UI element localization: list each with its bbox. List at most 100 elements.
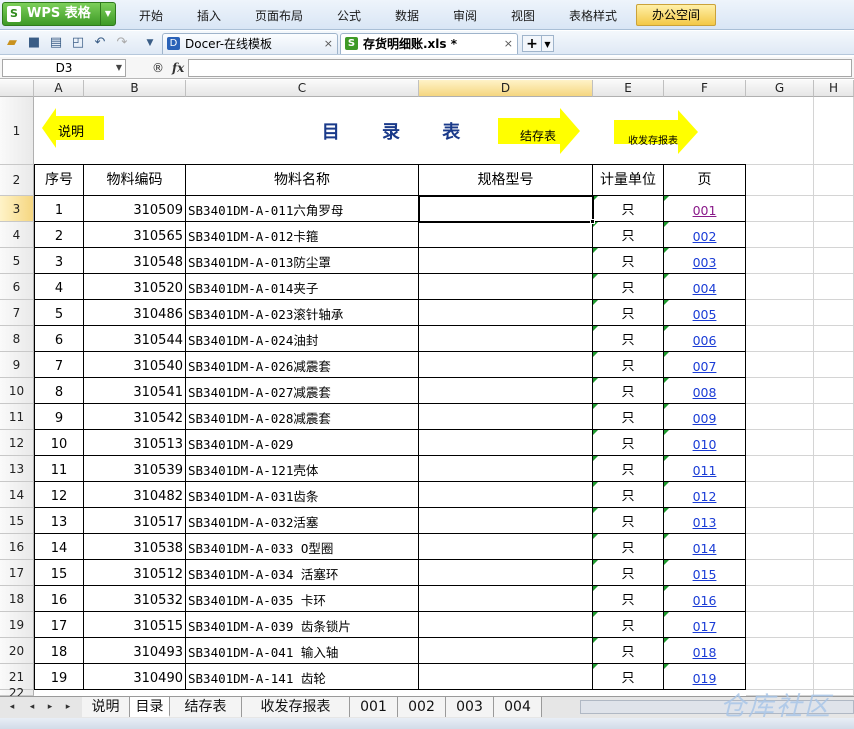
material-code-cell[interactable]: 310520 xyxy=(84,274,186,300)
menu-insert[interactable]: 插入 xyxy=(197,7,221,24)
spec-cell[interactable] xyxy=(419,430,593,456)
empty-cell[interactable] xyxy=(746,638,814,664)
chevron-down-icon[interactable]: ▼ xyxy=(100,3,115,25)
material-code-cell[interactable]: 310538 xyxy=(84,534,186,560)
open-folder-icon[interactable]: ▰ xyxy=(4,35,20,51)
formula-input[interactable] xyxy=(188,59,852,77)
serial-no-cell[interactable]: 11 xyxy=(34,456,84,482)
page-link[interactable]: 009 xyxy=(664,404,746,430)
page-link[interactable]: 016 xyxy=(664,586,746,612)
serial-no-cell[interactable]: 8 xyxy=(34,378,84,404)
page-link[interactable]: 014 xyxy=(664,534,746,560)
row-header-4[interactable]: 4 xyxy=(0,222,34,248)
empty-cell[interactable] xyxy=(814,456,854,482)
row-header-18[interactable]: 18 xyxy=(0,586,34,612)
material-code-cell[interactable]: 310542 xyxy=(84,404,186,430)
unit-cell[interactable]: 只 xyxy=(593,534,664,560)
spec-cell[interactable] xyxy=(419,378,593,404)
page-link[interactable]: 011 xyxy=(664,456,746,482)
serial-no-cell[interactable]: 9 xyxy=(34,404,84,430)
page-link[interactable]: 002 xyxy=(664,222,746,248)
material-name-cell[interactable]: SB3401DM-A-011六角罗母 xyxy=(186,196,419,222)
material-code-cell[interactable]: 310513 xyxy=(84,430,186,456)
spec-cell[interactable] xyxy=(419,404,593,430)
material-name-cell[interactable]: SB3401DM-A-014夹子 xyxy=(186,274,419,300)
sheet-tab-1[interactable]: 目录 xyxy=(130,697,170,717)
empty-cell[interactable] xyxy=(746,482,814,508)
column-header-a[interactable]: A xyxy=(34,80,84,97)
spec-cell[interactable] xyxy=(419,508,593,534)
spec-cell[interactable] xyxy=(419,456,593,482)
material-name-cell[interactable]: SB3401DM-A-141 齿轮 xyxy=(186,664,419,690)
sheet-tab-7[interactable]: 004 xyxy=(494,697,542,717)
unit-cell[interactable]: 只 xyxy=(593,508,664,534)
page-link[interactable]: 006 xyxy=(664,326,746,352)
spec-cell[interactable] xyxy=(419,274,593,300)
select-all-corner[interactable] xyxy=(0,80,34,97)
print-preview-icon[interactable]: ◰ xyxy=(70,35,86,51)
sheet-tab-4[interactable]: 001 xyxy=(350,697,398,717)
menu-formula[interactable]: 公式 xyxy=(337,7,361,24)
doc-tab-docer[interactable]: D Docer-在线模板 × xyxy=(162,33,338,54)
row-header-16[interactable]: 16 xyxy=(0,534,34,560)
empty-cell[interactable] xyxy=(746,508,814,534)
material-name-cell[interactable]: SB3401DM-A-041 输入轴 xyxy=(186,638,419,664)
empty-cell[interactable] xyxy=(746,430,814,456)
print-icon[interactable]: ▤ xyxy=(48,35,64,51)
material-name-cell[interactable]: SB3401DM-A-023滚针轴承 xyxy=(186,300,419,326)
menu-page-layout[interactable]: 页面布局 xyxy=(255,7,303,24)
empty-cell[interactable] xyxy=(814,196,854,222)
empty-cell[interactable] xyxy=(814,586,854,612)
empty-cell[interactable] xyxy=(814,378,854,404)
page-link[interactable]: 019 xyxy=(664,664,746,690)
serial-no-cell[interactable]: 3 xyxy=(34,248,84,274)
row-header-8[interactable]: 8 xyxy=(0,326,34,352)
unit-cell[interactable]: 只 xyxy=(593,274,664,300)
serial-no-cell[interactable]: 14 xyxy=(34,534,84,560)
wps-app-button[interactable]: S WPS 表格 ▼ xyxy=(2,2,116,26)
unit-cell[interactable]: 只 xyxy=(593,222,664,248)
material-name-cell[interactable]: SB3401DM-A-028减震套 xyxy=(186,404,419,430)
row-header-3[interactable]: 3 xyxy=(0,196,34,222)
page-link[interactable]: 010 xyxy=(664,430,746,456)
arrow-label-report[interactable]: 收发存报表 xyxy=(628,132,678,147)
empty-cell[interactable] xyxy=(746,378,814,404)
unit-cell[interactable]: 只 xyxy=(593,352,664,378)
unit-cell[interactable]: 只 xyxy=(593,456,664,482)
unit-cell[interactable]: 只 xyxy=(593,248,664,274)
unit-cell[interactable]: 只 xyxy=(593,612,664,638)
serial-no-cell[interactable]: 18 xyxy=(34,638,84,664)
unit-cell[interactable]: 只 xyxy=(593,664,664,690)
row-header-11[interactable]: 11 xyxy=(0,404,34,430)
empty-cell[interactable] xyxy=(746,165,814,196)
material-name-cell[interactable]: SB3401DM-A-029 xyxy=(186,430,419,456)
empty-cell[interactable] xyxy=(746,560,814,586)
empty-cell[interactable] xyxy=(814,326,854,352)
serial-no-cell[interactable]: 1 xyxy=(34,196,84,222)
column-header-h[interactable]: H xyxy=(814,80,854,97)
spec-cell[interactable] xyxy=(419,638,593,664)
column-header-d[interactable]: D xyxy=(419,80,593,97)
material-code-cell[interactable]: 310509 xyxy=(84,196,186,222)
row-header-2[interactable]: 2 xyxy=(0,165,34,196)
empty-cell[interactable] xyxy=(814,534,854,560)
row-header-10[interactable]: 10 xyxy=(0,378,34,404)
unit-cell[interactable]: 只 xyxy=(593,378,664,404)
unit-cell[interactable]: 只 xyxy=(593,326,664,352)
row-header-20[interactable]: 20 xyxy=(0,638,34,664)
first-sheet-icon[interactable]: ◂ xyxy=(6,700,18,714)
material-name-cell[interactable]: SB3401DM-A-031齿条 xyxy=(186,482,419,508)
spec-cell[interactable] xyxy=(419,248,593,274)
chevron-down-icon[interactable]: ▼ xyxy=(114,60,124,76)
chevron-down-icon[interactable]: ▼ xyxy=(542,35,554,52)
page-link[interactable]: 005 xyxy=(664,300,746,326)
page-link[interactable]: 018 xyxy=(664,638,746,664)
unit-cell[interactable]: 只 xyxy=(593,560,664,586)
customize-toolbar-icon[interactable]: ▼ xyxy=(142,35,158,51)
empty-cell[interactable] xyxy=(746,274,814,300)
material-code-cell[interactable]: 310490 xyxy=(84,664,186,690)
spec-cell[interactable] xyxy=(419,534,593,560)
row-header-14[interactable]: 14 xyxy=(0,482,34,508)
material-name-cell[interactable]: SB3401DM-A-039 齿条锁片 xyxy=(186,612,419,638)
serial-no-cell[interactable]: 17 xyxy=(34,612,84,638)
